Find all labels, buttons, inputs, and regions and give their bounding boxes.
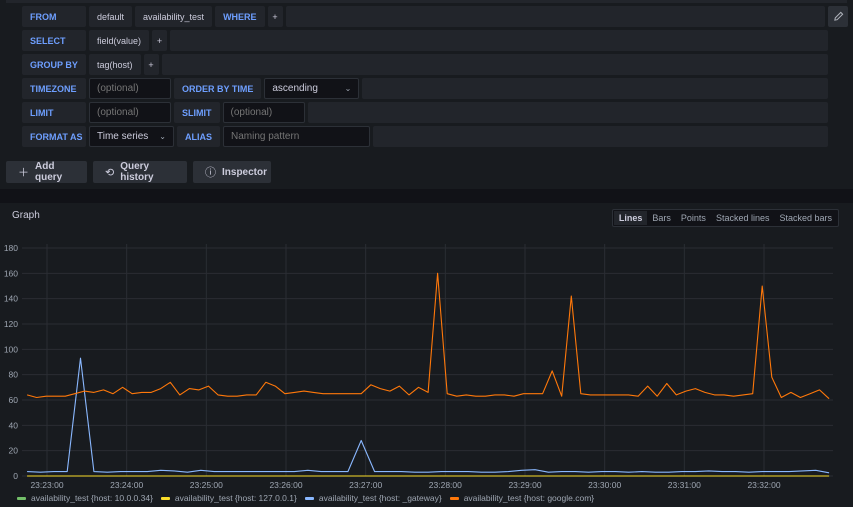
legend-item[interactable]: availability_test {host: 10.0.0.34}	[17, 493, 153, 503]
where-label: WHERE	[215, 6, 265, 27]
add-query-label: Add query	[35, 161, 63, 183]
chevron-down-icon: ⌄	[159, 132, 166, 141]
legend-swatch	[17, 496, 26, 500]
x-tick-label: 23:32:00	[747, 480, 780, 490]
order-by-time-value: ascending	[272, 83, 318, 94]
toggle-raw-query-button[interactable]	[828, 6, 848, 27]
add-query-button[interactable]: ＋ Add query	[6, 161, 87, 183]
y-tick-label: 160	[4, 268, 18, 278]
plus-icon: ＋	[18, 167, 29, 179]
y-tick-label: 100	[4, 344, 18, 354]
legend-label: availability_test {host: google.com}	[463, 493, 595, 503]
timezone-row-filler	[362, 78, 828, 99]
x-tick-label: 23:29:00	[508, 480, 541, 490]
format-row-filler	[373, 126, 828, 147]
legend-swatch	[304, 496, 314, 500]
y-tick-label: 60	[9, 395, 19, 405]
slimit-input[interactable]	[222, 102, 305, 123]
inspector-label: Inspector	[222, 166, 268, 178]
y-tick-label: 20	[9, 446, 19, 456]
y-tick-label: 0	[13, 471, 18, 481]
chevron-down-icon: ⌄	[344, 84, 352, 93]
inspector-button[interactable]: ⓘ Inspector	[193, 161, 271, 183]
x-tick-label: 23:25:00	[190, 480, 223, 490]
timezone-row: TIMEZONE ORDER BY TIME ascending ⌄	[22, 78, 828, 99]
select-field[interactable]: field(value)	[89, 30, 150, 51]
chart-grid	[22, 244, 833, 477]
y-tick-label: 120	[4, 319, 18, 329]
history-icon: ⟲	[105, 166, 115, 179]
group-by-row-filler	[161, 54, 828, 75]
legend-label: availability_test {host: 127.0.0.1}	[174, 493, 297, 503]
format-row: FORMAT AS Time series ⌄ ALIAS	[22, 126, 828, 147]
legend-label: availability_test {host: _gateway}	[318, 493, 442, 503]
legend-item[interactable]: availability_test {host: _gateway}	[304, 493, 442, 503]
info-icon: ⓘ	[205, 167, 216, 179]
y-tick-label: 180	[4, 243, 18, 253]
x-tick-label: 23:27:00	[349, 480, 382, 490]
from-row-filler	[285, 6, 825, 27]
timezone-input[interactable]	[89, 78, 171, 99]
legend-item[interactable]: availability_test {host: 127.0.0.1}	[160, 493, 297, 503]
query-actions: ＋ Add query ⟲ Query history ⓘ Inspector	[6, 161, 271, 183]
y-tick-label: 40	[9, 420, 19, 430]
add-where-button[interactable]: +	[267, 6, 283, 27]
add-group-by-button[interactable]: +	[143, 54, 159, 75]
y-axis: 0 20 40 60 80 100 120 140 160 180	[4, 243, 18, 481]
x-tick-label: 23:31:00	[668, 480, 701, 490]
x-tick-label: 23:24:00	[110, 480, 143, 490]
limit-row: LIMIT SLIMIT	[22, 102, 828, 123]
limit-input[interactable]	[89, 102, 171, 123]
y-tick-label: 140	[4, 294, 18, 304]
format-as-label: FORMAT AS	[22, 126, 86, 147]
group-by-row: GROUP BY tag(host) +	[22, 54, 828, 75]
y-tick-label: 80	[9, 370, 19, 380]
limit-row-filler	[307, 102, 828, 123]
pencil-icon	[833, 11, 843, 21]
legend-swatch	[160, 496, 170, 500]
legend-item[interactable]: availability_test {host: google.com}	[449, 493, 595, 503]
format-as-select[interactable]: Time series ⌄	[89, 126, 174, 147]
x-tick-label: 23:23:00	[30, 480, 63, 490]
timezone-label: TIMEZONE	[22, 78, 86, 99]
x-tick-label: 23:28:00	[429, 480, 462, 490]
chart-legend: availability_test {host: 10.0.0.34} avail…	[17, 493, 594, 503]
format-as-value: Time series	[97, 131, 149, 142]
alias-input[interactable]	[223, 126, 370, 147]
legend-label: availability_test {host: 10.0.0.34}	[31, 493, 153, 503]
add-select-button[interactable]: +	[152, 30, 168, 51]
time-series-chart[interactable]: 0 20 40 60 80 100 120 140 160 180 23:23:00 23:24:0…	[0, 203, 853, 493]
x-tick-label: 23:30:00	[588, 480, 621, 490]
legend-swatch	[449, 496, 459, 500]
from-row: FROM default availability_test WHERE +	[22, 6, 825, 27]
editor-top-border	[6, 0, 847, 3]
x-axis: 23:23:00 23:24:00 23:25:00 23:26:00 23:27:00…	[30, 480, 780, 490]
order-by-time-select[interactable]: ascending ⌄	[264, 78, 360, 99]
x-tick-label: 23:26:00	[269, 480, 302, 490]
slimit-label: SLIMIT	[174, 102, 220, 123]
query-history-button[interactable]: ⟲ Query history	[93, 161, 187, 183]
retention-policy-select[interactable]: default	[89, 6, 133, 27]
select-row: SELECT field(value) +	[22, 30, 828, 51]
query-editor: FROM default availability_test WHERE + S…	[0, 0, 853, 189]
group-by-label: GROUP BY	[22, 54, 86, 75]
series-line-3[interactable]	[26, 272, 830, 400]
measurement-select[interactable]: availability_test	[135, 6, 213, 27]
alias-label: ALIAS	[177, 126, 220, 147]
series-line-2[interactable]	[27, 357, 830, 474]
select-label: SELECT	[22, 30, 86, 51]
from-label: FROM	[22, 6, 86, 27]
order-by-time-label: ORDER BY TIME	[174, 78, 262, 99]
select-row-filler	[170, 30, 828, 51]
query-history-label: Query history	[120, 161, 154, 183]
limit-label: LIMIT	[22, 102, 86, 123]
group-by-tag[interactable]: tag(host)	[89, 54, 141, 75]
